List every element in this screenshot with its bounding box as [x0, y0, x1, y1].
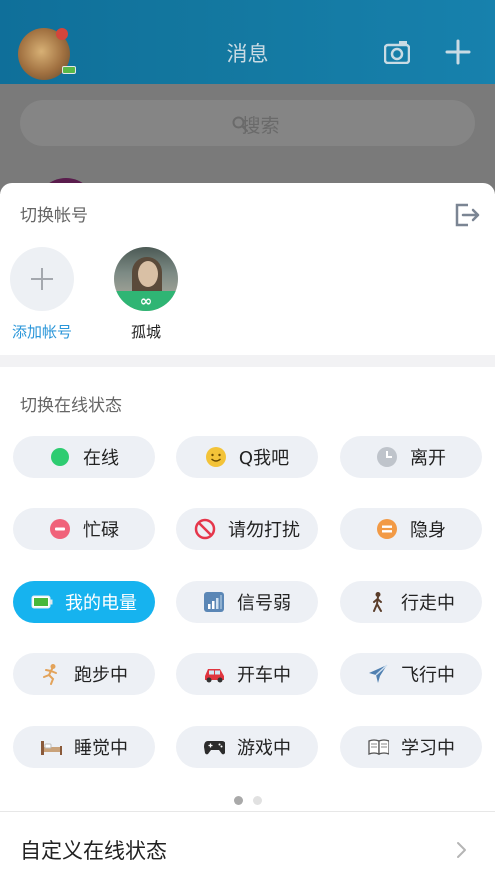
status-battery-button[interactable]: 我的电量	[13, 581, 155, 623]
account-name[interactable]: 孤城	[106, 321, 186, 342]
switch-account-title: 切换帐号	[20, 206, 88, 226]
status-q-me-button[interactable]: Q我吧	[176, 436, 318, 478]
status-gaming-button[interactable]: 游戏中	[176, 726, 318, 768]
status-running-button[interactable]: 跑步中	[13, 653, 155, 695]
status-flying-button[interactable]: 飞行中	[340, 653, 482, 695]
switch-status-title: 切换在线状态	[20, 396, 122, 416]
chevron-right-icon[interactable]	[455, 841, 467, 859]
gamepad-icon	[203, 736, 225, 758]
car-icon	[203, 663, 225, 685]
account-avatar[interactable]: ∞	[114, 247, 178, 311]
status-walking-button[interactable]: 行走中	[340, 581, 482, 623]
section-divider	[0, 355, 495, 367]
walking-icon	[367, 591, 389, 613]
airplane-icon	[367, 663, 389, 685]
divider-line	[0, 811, 495, 812]
online-badge: ∞	[114, 291, 178, 311]
page-dot[interactable]	[252, 796, 262, 805]
logout-icon[interactable]	[454, 203, 480, 227]
infinity-icon: ∞	[139, 292, 153, 310]
status-weak-signal-button[interactable]: 信号弱	[176, 581, 318, 623]
equals-circle-icon	[376, 518, 398, 540]
battery-icon	[31, 591, 53, 613]
smiley-icon	[205, 446, 227, 468]
status-sheet: 切换帐号 添加帐号 ∞ 孤城 切换在线状态 在线 Q我吧 离开 忙碌 请勿打扰	[0, 183, 495, 883]
camera-icon[interactable]	[384, 40, 410, 64]
status-dnd-button[interactable]: 请勿打扰	[176, 508, 318, 550]
running-icon	[40, 663, 62, 685]
status-invisible-button[interactable]: 隐身	[340, 508, 482, 550]
book-icon	[367, 736, 389, 758]
page-title: 消息	[226, 42, 269, 66]
add-account-label[interactable]: 添加帐号	[0, 321, 84, 342]
green-dot-icon	[49, 446, 71, 468]
search-bar[interactable]: 搜索	[20, 100, 475, 146]
no-entry-icon	[194, 518, 216, 540]
custom-status-link[interactable]: 自定义在线状态	[20, 835, 167, 865]
minus-circle-icon	[49, 518, 71, 540]
status-away-button[interactable]: 离开	[340, 436, 482, 478]
app-header: 消息	[0, 0, 495, 84]
add-icon[interactable]	[444, 38, 472, 66]
status-studying-button[interactable]: 学习中	[340, 726, 482, 768]
status-online-button[interactable]: 在线	[13, 436, 155, 478]
clock-icon	[376, 446, 398, 468]
signal-icon	[203, 591, 225, 613]
status-sleeping-button[interactable]: 睡觉中	[13, 726, 155, 768]
status-driving-button[interactable]: 开车中	[176, 653, 318, 695]
status-busy-button[interactable]: 忙碌	[13, 508, 155, 550]
plus-icon	[31, 268, 53, 290]
page-indicator	[0, 790, 495, 809]
bed-icon	[40, 736, 62, 758]
search-placeholder: 搜索	[241, 115, 280, 137]
add-account-button[interactable]	[10, 247, 74, 311]
page-dot-active[interactable]	[233, 796, 243, 805]
